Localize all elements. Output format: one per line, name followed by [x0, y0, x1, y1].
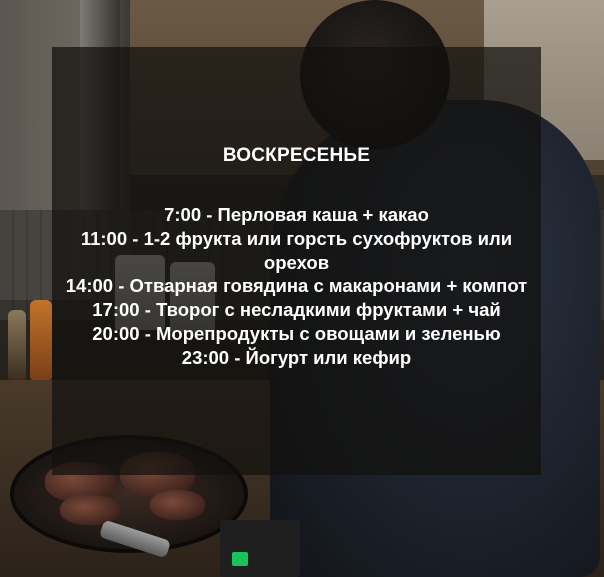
meal-item: 17:00 - Творог с несладкими фруктами + ч…: [92, 299, 501, 321]
menu-day-title: ВОСКРЕСЕНЬЕ: [222, 145, 371, 166]
stove-control-panel: [220, 520, 300, 577]
steak-3: [60, 495, 120, 525]
menu-card: ВОСКРЕСЕНЬЕ 7:00 - Перловая каша + какао…: [52, 47, 541, 475]
stove-display: [232, 552, 248, 566]
meal-item: 23:00 - Йогурт или кефир: [181, 346, 412, 368]
bottle-1: [30, 300, 52, 380]
background-photo: ВОСКРЕСЕНЬЕ 7:00 - Перловая каша + какао…: [0, 0, 604, 577]
bottle-2: [8, 310, 26, 380]
meal-schedule-list: 7:00 - Перловая каша + какао 11:00 - 1-2…: [52, 203, 541, 370]
meal-item: 11:00 - 1-2 фрукта или горсть сухофрукто…: [80, 227, 513, 273]
meal-item: 14:00 - Отварная говядина с макаронами +…: [65, 275, 528, 297]
steak-4: [150, 490, 205, 520]
meal-item: 7:00 - Перловая каша + какао: [164, 204, 429, 225]
meal-item: 20:00 - Морепродукты с овощами и зеленью: [92, 322, 501, 344]
